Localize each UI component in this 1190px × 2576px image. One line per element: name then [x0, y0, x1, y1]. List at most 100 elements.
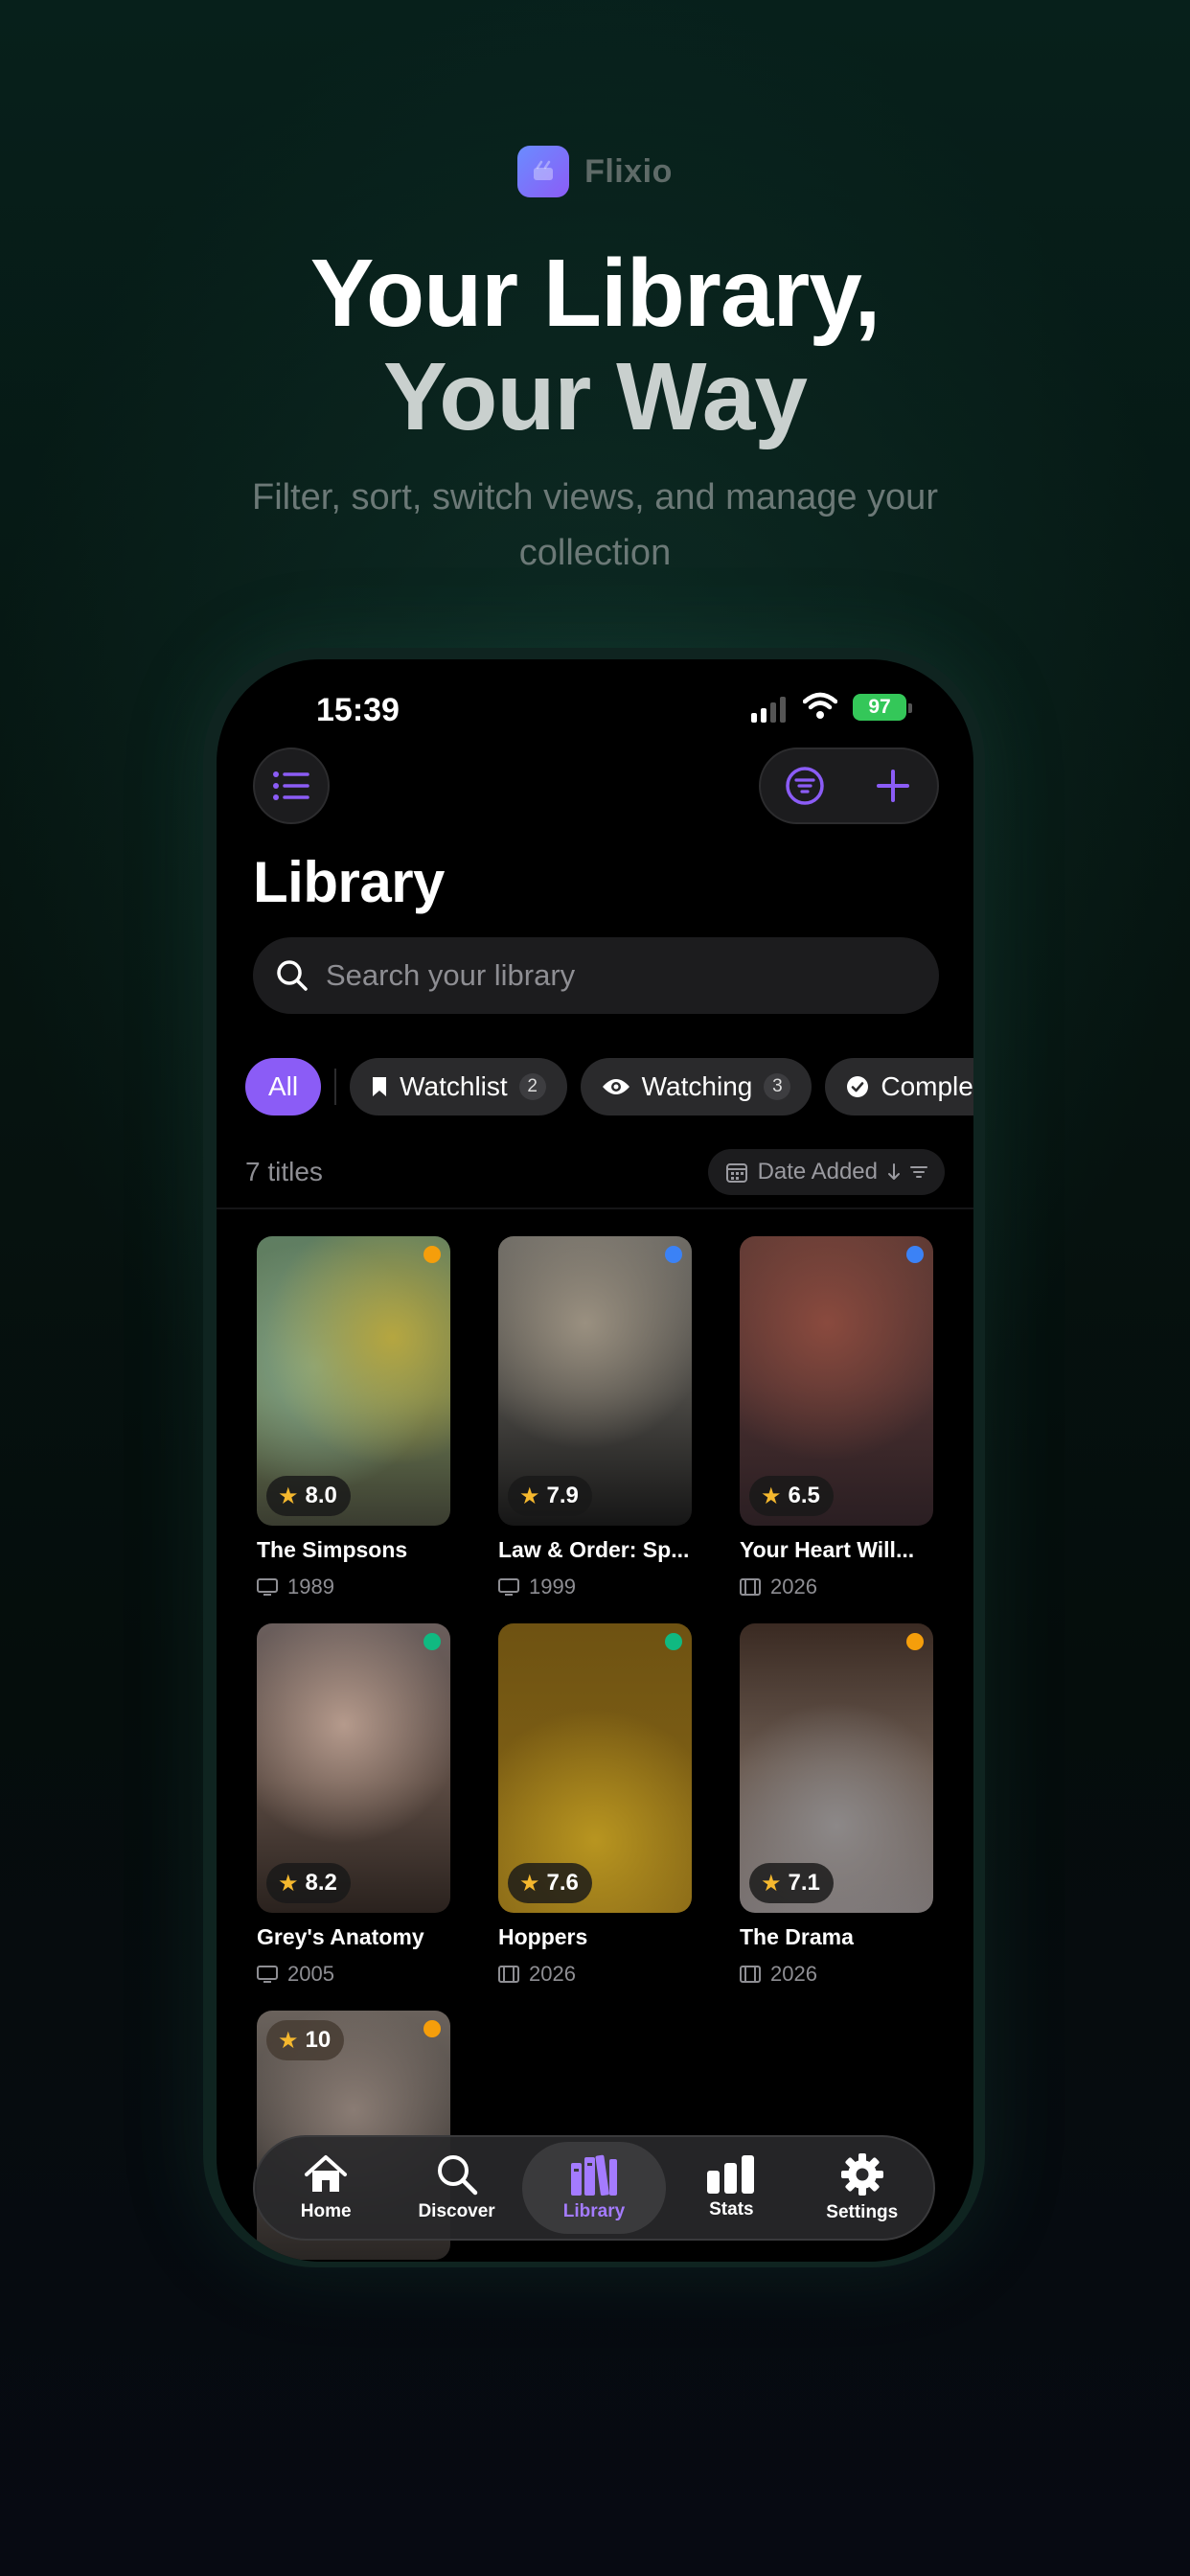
- card-meta: 1999: [498, 1575, 692, 1599]
- poster-image: ★ 7.9: [498, 1236, 692, 1526]
- title-card[interactable]: ★ 8.0 The Simpsons 1989: [257, 1236, 450, 1599]
- battery-level: 97: [868, 696, 891, 718]
- rating-value: 7.1: [788, 1870, 820, 1896]
- rating-badge: ★ 7.6: [508, 1863, 592, 1903]
- rating-badge: ★ 7.1: [749, 1863, 834, 1903]
- status-dot: [665, 1246, 682, 1263]
- tab-settings[interactable]: Settings: [797, 2142, 927, 2234]
- poster-image: ★ 7.6: [498, 1623, 692, 1913]
- menu-button[interactable]: [253, 748, 330, 824]
- list-icon: [273, 771, 309, 800]
- battery-tip: [908, 703, 912, 713]
- hero-headline: Your Library, Your Way: [0, 242, 1190, 448]
- calendar-icon: [725, 1163, 747, 1183]
- star-icon: ★: [519, 1870, 540, 1897]
- bookmark-icon: [373, 1077, 387, 1096]
- search-icon: [277, 960, 308, 991]
- card-title: The Simpsons: [257, 1537, 408, 1562]
- status-dot: [423, 1633, 441, 1650]
- card-meta: 2026: [740, 1575, 933, 1599]
- rating-badge: ★ 7.9: [508, 1476, 592, 1516]
- star-icon: ★: [519, 1483, 540, 1509]
- phone-screen: 15:39 97 Library Search your library All…: [217, 659, 973, 2262]
- status-dot: [423, 2020, 441, 2037]
- library-summary: 7 titles Date Added: [245, 1148, 945, 1196]
- app-logo-icon: [517, 146, 570, 197]
- sort-label: Date Added: [757, 1159, 878, 1184]
- rating-value: 7.9: [546, 1483, 579, 1508]
- poster-image: ★ 8.0: [257, 1236, 450, 1526]
- chip-completed[interactable]: Completed: [825, 1058, 973, 1116]
- tab-home[interactable]: Home: [261, 2142, 391, 2234]
- card-year: 2005: [287, 1962, 334, 1986]
- tab-library[interactable]: Library: [521, 2142, 666, 2234]
- search-bar[interactable]: [253, 937, 939, 1014]
- rating-badge: ★ 8.2: [266, 1863, 351, 1903]
- headline-line-2: Your Way: [382, 343, 808, 450]
- star-icon: ★: [278, 2027, 299, 2054]
- page-title: Library: [253, 850, 445, 914]
- tab-bar: Home Discover Library Stats Settings: [253, 2135, 935, 2241]
- card-title: Law & Order: Sp...: [498, 1537, 690, 1562]
- poster-image: ★ 8.2: [257, 1623, 450, 1913]
- title-card[interactable]: ★ 8.2 Grey's Anatomy 2005: [257, 1623, 450, 1987]
- title-card[interactable]: ★ 6.5 Your Heart Will... 2026: [740, 1236, 933, 1599]
- poster-image: ★ 7.1: [740, 1623, 933, 1913]
- title-card[interactable]: ★ 7.9 Law & Order: Sp... 1999: [498, 1236, 692, 1599]
- sort-button[interactable]: Date Added: [707, 1149, 945, 1195]
- bar-chart-icon: [707, 2155, 755, 2194]
- battery-indicator: 97: [853, 694, 906, 721]
- chip-watching[interactable]: Watching 3: [580, 1058, 812, 1116]
- chip-label: Watching: [641, 1071, 753, 1101]
- list-divider: [217, 1208, 973, 1209]
- tab-label: Settings: [826, 2202, 899, 2222]
- tab-stats[interactable]: Stats: [666, 2142, 796, 2234]
- star-icon: ★: [761, 1483, 782, 1509]
- chip-label: All: [268, 1071, 299, 1101]
- title-card[interactable]: ★ 7.1 The Drama 2026: [740, 1623, 933, 1987]
- card-meta: 2026: [740, 1962, 933, 1987]
- card-title: Grey's Anatomy: [257, 1924, 424, 1949]
- books-icon: [570, 2154, 617, 2196]
- chip-label: Watchlist: [400, 1071, 508, 1101]
- card-title: Hoppers: [498, 1924, 588, 1949]
- eye-icon: [602, 1079, 629, 1094]
- card-title: Your Heart Will...: [740, 1537, 915, 1562]
- rating-value: 8.0: [305, 1483, 337, 1508]
- check-circle-icon: [847, 1076, 869, 1097]
- status-dot: [906, 1246, 924, 1263]
- card-title: The Drama: [740, 1924, 854, 1949]
- tab-label: Home: [300, 2201, 352, 2221]
- tv-icon: [257, 1578, 278, 1596]
- card-year: 2026: [770, 1962, 817, 1986]
- chip-watchlist[interactable]: Watchlist 2: [350, 1058, 567, 1116]
- status-dot: [906, 1633, 924, 1650]
- status-bar: 15:39 97: [217, 680, 973, 734]
- gear-icon: [840, 2153, 883, 2196]
- film-icon: [740, 1578, 761, 1596]
- tab-label: Discover: [418, 2201, 495, 2221]
- filter-button[interactable]: [776, 757, 834, 815]
- title-card[interactable]: ★ 7.6 Hoppers 2026: [498, 1623, 692, 1987]
- wifi-icon: [803, 692, 837, 719]
- chip-count: 2: [518, 1073, 546, 1100]
- card-meta: 1989: [257, 1575, 450, 1599]
- brand-name: Flixio: [584, 152, 673, 190]
- star-icon: ★: [278, 1870, 299, 1897]
- card-year: 2026: [770, 1575, 817, 1598]
- rating-value: 8.2: [305, 1870, 337, 1896]
- brand: Flixio: [0, 146, 1190, 197]
- filter-icon: [786, 767, 824, 805]
- rating-value: 6.5: [788, 1483, 820, 1508]
- magnifier-icon: [437, 2155, 477, 2196]
- search-input[interactable]: [326, 958, 862, 993]
- chip-count: 3: [764, 1073, 791, 1100]
- house-icon: [305, 2155, 348, 2192]
- tab-discover[interactable]: Discover: [392, 2142, 522, 2234]
- tab-label: Stats: [709, 2199, 754, 2220]
- chip-all[interactable]: All: [245, 1058, 322, 1116]
- add-button[interactable]: [864, 757, 922, 815]
- titles-count: 7 titles: [245, 1157, 323, 1186]
- film-icon: [498, 1966, 519, 1983]
- arrow-down-icon: [888, 1163, 900, 1180]
